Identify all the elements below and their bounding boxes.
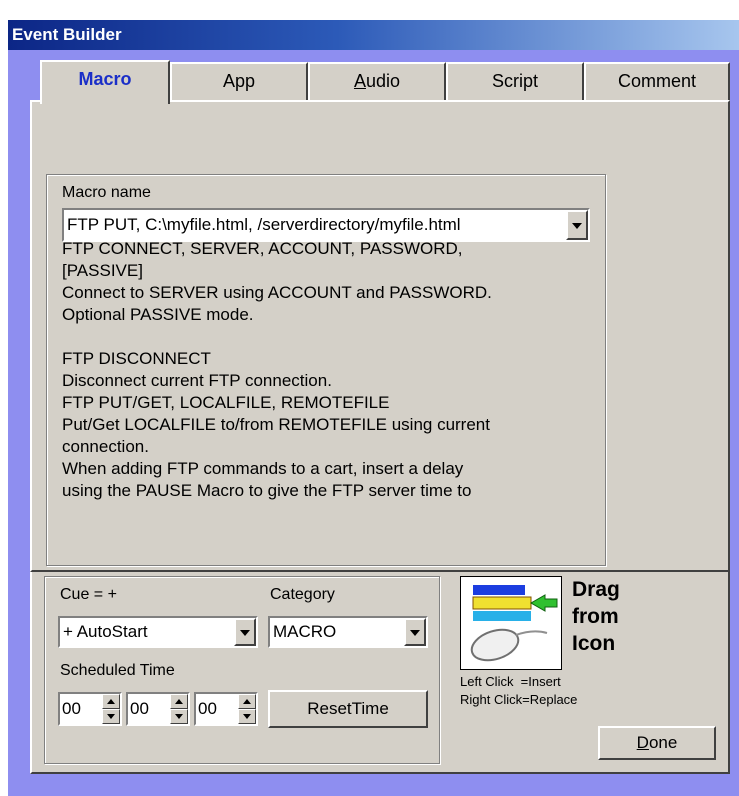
description-line: [PASSIVE] [62,261,143,280]
chevron-down-icon[interactable] [234,618,256,646]
seconds-arrows [238,694,256,724]
right-click-hint: Right Click=Replace [460,692,578,707]
cart-drag-icon [470,585,558,662]
description-line: connection. [62,437,149,456]
minutes-arrows [170,694,188,724]
tab-script[interactable]: Script [446,62,584,100]
macro-description: FTP CONNECT, SERVER, ACCOUNT, PASSWORD, … [62,238,622,590]
chevron-down-icon[interactable] [404,618,426,646]
seconds-stepper[interactable]: 00 [194,692,258,726]
arrow-down-icon[interactable] [238,709,256,724]
minutes-stepper[interactable]: 00 [126,692,190,726]
category-value: MACRO [273,622,337,641]
description-line: Disconnect current FTP connection. [62,371,332,390]
tab-app[interactable]: App [170,62,308,100]
window-title: Event Builder [8,20,739,50]
seconds-value: 00 [198,699,217,718]
description-line: using the PAUSE Macro to give the FTP se… [62,481,472,500]
description-line: FTP DISCONNECT [62,349,211,368]
macro-tab-body: Macro name FTP PUT, C:\myfile.html, /ser… [30,100,730,572]
scheduled-time-label: Scheduled Time [60,662,175,679]
bottom-panel: Cue = + Category + AutoStart MACRO Sched… [30,560,730,774]
tab-macro[interactable]: Macro [40,60,170,104]
done-hotkey: D [636,733,649,752]
macro-name-label: Macro name [62,184,151,201]
drag-title-line: from [572,605,619,628]
arrow-up-icon[interactable] [170,694,188,709]
description-line: FTP CONNECT, SERVER, ACCOUNT, PASSWORD, [62,239,463,258]
tab-comment[interactable]: Comment [584,62,730,100]
minutes-value: 00 [130,699,149,718]
drag-title-line: Icon [572,632,616,655]
cue-value: + AutoStart [63,622,148,641]
event-builder-window: Event Builder Macro App Audio Script Com… [8,20,739,796]
description-line: Put/Get LOCALFILE to/from REMOTEFILE usi… [62,415,490,434]
done-button[interactable]: Done [598,726,716,760]
macro-name-value: FTP PUT, C:\myfile.html, /serverdirector… [67,215,461,234]
description-line [62,326,622,348]
description-line: FTP PUT/GET, LOCALFILE, REMOTEFILE [62,393,390,412]
arrow-down-icon[interactable] [102,709,120,724]
description-line: Connect to SERVER using ACCOUNT and PASS… [62,283,492,302]
description-line: Optional PASSIVE mode. [62,305,254,324]
tab-container: Macro App Audio Script Comment Macro nam… [30,60,730,572]
reset-time-button[interactable]: ResetTime [268,690,428,728]
hours-value: 00 [62,699,81,718]
cue-select[interactable]: + AutoStart [58,616,258,648]
drag-icon[interactable] [460,576,562,670]
done-label: one [648,733,678,752]
arrow-down-icon[interactable] [170,709,188,724]
tab-audio-hotkey: A [353,71,366,91]
chevron-down-icon[interactable] [566,210,588,240]
description-line: When adding FTP commands to a cart, inse… [62,459,464,478]
tab-audio-label: udio [365,71,401,91]
left-click-hint: Left Click =Insert [460,674,561,689]
tab-audio[interactable]: Audio [308,62,446,100]
arrow-up-icon[interactable] [238,694,256,709]
category-select[interactable]: MACRO [268,616,428,648]
hours-stepper[interactable]: 00 [58,692,122,726]
macro-name-select[interactable]: FTP PUT, C:\myfile.html, /serverdirector… [62,208,590,242]
arrow-up-icon[interactable] [102,694,120,709]
hours-arrows [102,694,120,724]
